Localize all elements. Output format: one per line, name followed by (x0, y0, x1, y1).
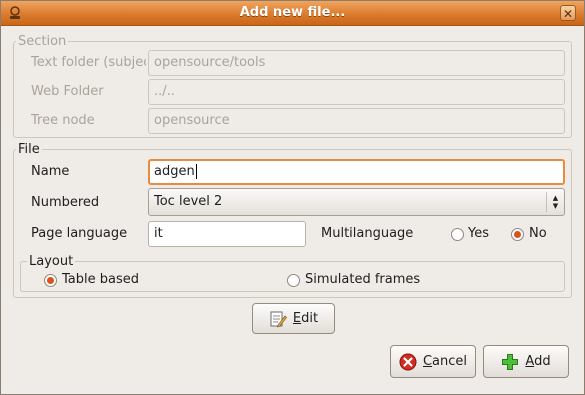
close-icon: ✕ (562, 7, 574, 21)
layout-legend: Layout (29, 254, 74, 269)
cancel-button[interactable]: Cancel (390, 345, 476, 378)
text-folder-label: Text folder (subjec (31, 55, 146, 70)
add-file-dialog: Add new file... ✕ Section Text folder (s… (0, 0, 585, 395)
table-based-radio[interactable] (44, 274, 57, 287)
tree-node-field: opensource (148, 108, 565, 134)
add-button[interactable]: Add (483, 345, 569, 378)
numbered-select[interactable]: Toc level 2 ▲ ▼ (148, 188, 565, 216)
edit-icon (270, 311, 287, 327)
text-caret (195, 164, 197, 179)
numbered-value: Toc level 2 (154, 194, 223, 209)
numbered-label: Numbered (31, 195, 100, 210)
add-icon (502, 353, 519, 370)
tree-node-label: Tree node (31, 113, 95, 128)
cancel-icon (399, 353, 417, 370)
edit-button[interactable]: Edit (252, 303, 335, 334)
cancel-button-label: Cancel (422, 354, 468, 369)
file-legend: File (18, 142, 40, 157)
page-language-input[interactable]: it (148, 221, 306, 247)
combo-arrows-icon: ▲ ▼ (546, 192, 564, 212)
simulated-frames-radio[interactable] (287, 274, 300, 287)
title-bar[interactable]: Add new file... ✕ (1, 1, 584, 26)
name-label: Name (31, 164, 70, 179)
multilanguage-no-label[interactable]: No (529, 226, 547, 241)
close-button[interactable]: ✕ (560, 5, 576, 21)
edit-button-label: Edit (292, 311, 319, 326)
text-folder-field: opensource/tools (148, 50, 565, 76)
multilanguage-yes-label[interactable]: Yes (468, 226, 489, 241)
web-folder-label: Web Folder (31, 84, 104, 99)
web-folder-field: ../.. (148, 79, 565, 105)
window-title: Add new file... (239, 5, 346, 20)
name-input[interactable]: adgen (148, 159, 565, 185)
section-legend: Section (18, 34, 67, 49)
name-value: adgen (154, 164, 195, 179)
multilanguage-label: Multilanguage (321, 226, 414, 241)
multilanguage-no-radio[interactable] (511, 228, 524, 241)
multilanguage-yes-radio[interactable] (451, 228, 464, 241)
simulated-frames-label[interactable]: Simulated frames (305, 272, 420, 287)
add-button-label: Add (525, 354, 551, 369)
table-based-label[interactable]: Table based (62, 272, 139, 287)
page-language-label: Page language (31, 226, 128, 241)
